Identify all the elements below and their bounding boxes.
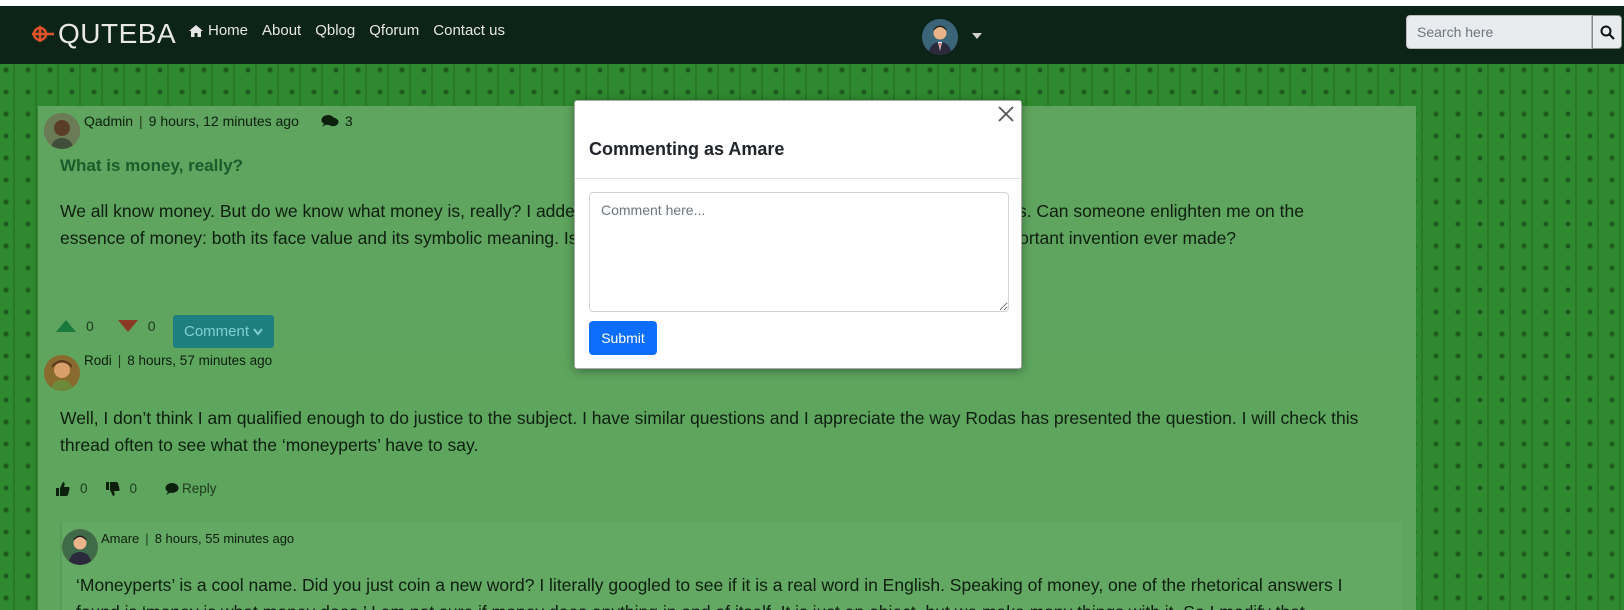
close-icon[interactable] — [995, 103, 1017, 125]
upvote-count: 0 — [86, 318, 94, 334]
meta-separator: | — [145, 531, 149, 546]
chevron-down-icon — [253, 327, 263, 336]
nested-reply-body: ‘Moneyperts’ is a cool name. Did you jus… — [76, 575, 1343, 610]
post-meta: Qadmin | 9 hours, 12 minutes ago 3 — [84, 113, 353, 129]
search-icon — [1600, 25, 1615, 40]
comment-modal: Commenting as Amare Submit — [574, 100, 1022, 369]
post-time: 9 hours, 12 minutes ago — [148, 113, 299, 129]
nav-about[interactable]: About — [262, 22, 301, 39]
comment-button[interactable]: Comment — [173, 315, 274, 348]
author-avatar — [44, 113, 80, 149]
nested-reply-time: 8 hours, 55 minutes ago — [154, 531, 295, 546]
reply-meta: Rodi | 8 hours, 57 minutes ago — [84, 353, 272, 368]
chevron-down-icon[interactable] — [972, 33, 982, 39]
brand[interactable]: QUTEBA — [30, 16, 176, 52]
nested-reply-avatar — [62, 529, 98, 565]
reply-time: 8 hours, 57 minutes ago — [127, 353, 273, 368]
meta-separator: | — [139, 113, 143, 129]
home-icon — [189, 24, 203, 37]
post-votes: 0 0 — [56, 318, 156, 334]
nav-links: Home About Qblog Qforum Contact us — [188, 22, 505, 39]
nav-contact-us[interactable]: Contact us — [433, 22, 505, 39]
reply-icon — [165, 483, 179, 495]
reply-label: Reply — [182, 481, 217, 496]
search-input[interactable]: Search here — [1406, 15, 1592, 49]
nested-reply-meta: Amare | 8 hours, 55 minutes ago — [101, 531, 294, 546]
nav-qforum[interactable]: Qforum — [369, 22, 419, 39]
downvote-count: 0 — [147, 318, 156, 334]
reply-author[interactable]: Rodi — [84, 353, 112, 368]
brand-name: QUTEBA — [58, 18, 177, 49]
nav-home[interactable]: Home — [188, 22, 248, 39]
quteba-logo-icon — [32, 26, 54, 42]
modal-title: Commenting as Amare — [589, 139, 785, 159]
submit-button[interactable]: Submit — [589, 321, 657, 355]
upvote-icon[interactable] — [56, 320, 76, 332]
nav-home-label: Home — [208, 22, 249, 39]
like-count: 0 — [80, 481, 88, 496]
reply-avatar — [44, 355, 80, 391]
dislike-count: 0 — [129, 481, 138, 496]
thumbs-up-icon[interactable] — [56, 481, 70, 496]
search-button[interactable] — [1592, 15, 1622, 49]
post-author[interactable]: Qadmin — [84, 113, 133, 129]
comment-count: 3 — [344, 113, 353, 129]
comment-textarea[interactable] — [589, 192, 1009, 312]
thumbs-down-icon[interactable] — [105, 481, 120, 496]
downvote-icon[interactable] — [117, 320, 138, 332]
nested-reply-author[interactable]: Amare — [101, 531, 139, 546]
comment-button-label: Comment — [183, 323, 250, 340]
comments-icon — [321, 115, 339, 127]
reply-actions: 0 0 Reply — [56, 481, 217, 496]
reply-body: Well, I don’t think I am qualified enoug… — [60, 408, 1359, 455]
nav-qblog[interactable]: Qblog — [315, 22, 355, 39]
reply-button[interactable]: Reply — [165, 481, 217, 496]
user-avatar[interactable] — [922, 19, 958, 55]
meta-separator: | — [117, 353, 122, 368]
user-avatar-icon — [922, 19, 958, 55]
post-title[interactable]: What is money, really? — [60, 156, 243, 176]
navbar: QUTEBA Home About Qblog Qforum Contact u… — [0, 6, 1624, 64]
modal-divider — [575, 178, 1021, 179]
